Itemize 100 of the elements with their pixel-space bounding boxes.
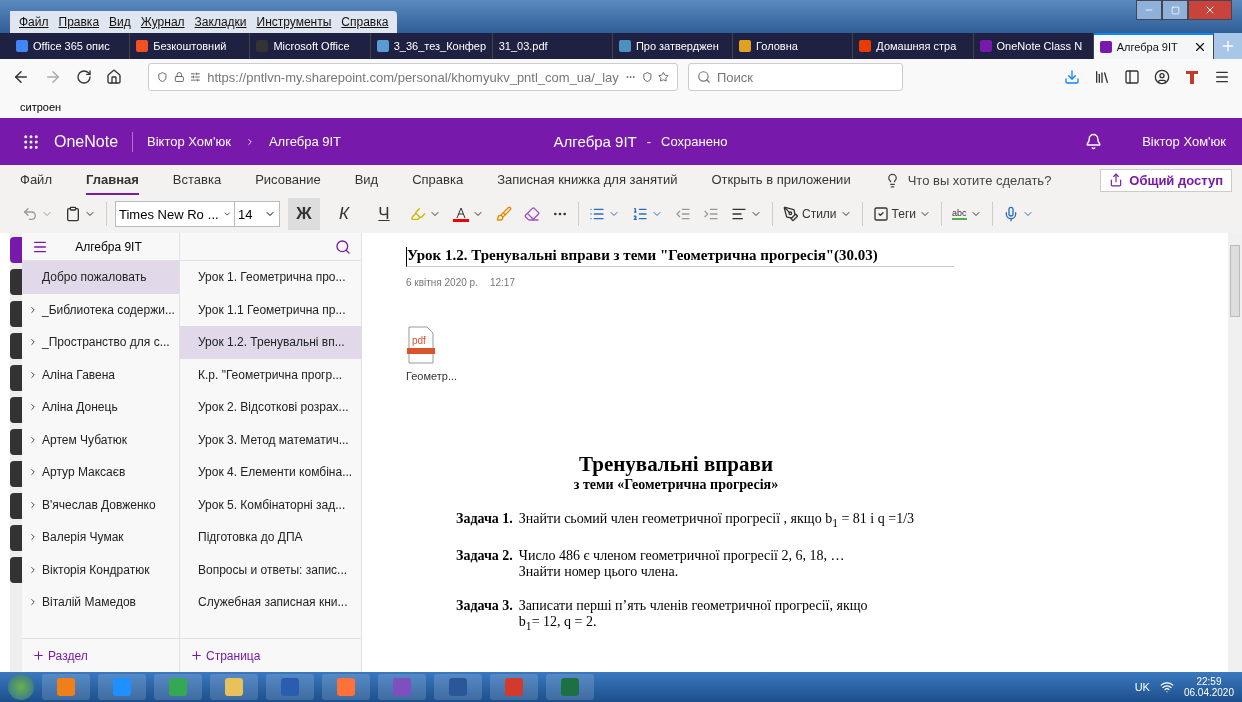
- breadcrumb-link[interactable]: Віктор Хом'юк: [147, 134, 231, 149]
- ribbon-tab[interactable]: Справка: [412, 165, 464, 195]
- chevron-right-icon[interactable]: [28, 597, 38, 608]
- section-item[interactable]: В'ячеслав Довженко: [22, 488, 179, 521]
- menu-item[interactable]: Вид: [104, 15, 136, 29]
- menu-item[interactable]: Журнал: [135, 15, 190, 29]
- page-item[interactable]: К.р. "Геометрична прогр...: [180, 358, 361, 391]
- sidebar-icon: [1124, 69, 1140, 85]
- section-item[interactable]: Аліна Гавена: [22, 358, 179, 391]
- section-item[interactable]: Валерія Чумак: [22, 521, 179, 554]
- app-icon: [561, 678, 579, 696]
- section-item[interactable]: Артур Максаєв: [22, 456, 179, 489]
- section-item[interactable]: Добро пожаловать: [22, 261, 179, 294]
- chevron-right-icon[interactable]: [28, 369, 38, 380]
- section-item[interactable]: Вікторія Кондратюк: [22, 553, 179, 586]
- plus-icon: [190, 649, 203, 662]
- page-title[interactable]: Урок 1.2. Тренувальні вправи з теми "Геометрична прогресія"(30.03): [406, 247, 954, 267]
- styles-button[interactable]: Стили: [781, 204, 854, 224]
- user-name[interactable]: Віктор Хом'юк: [1142, 134, 1226, 149]
- search-field[interactable]: Поиск: [688, 63, 903, 91]
- ribbon-tab[interactable]: Вставка: [172, 165, 222, 195]
- page-item[interactable]: Урок 4. Елементи комбіна...: [180, 456, 361, 489]
- clear-format-button[interactable]: [522, 204, 542, 224]
- breadcrumb-link[interactable]: Алгебра 9IT: [268, 134, 342, 149]
- menu-item[interactable]: Закладки: [189, 15, 252, 29]
- bold-button[interactable]: Ж: [288, 198, 320, 230]
- minimize-button[interactable]: [1136, 0, 1162, 20]
- page-item[interactable]: Підготовка до ДПА: [180, 521, 361, 554]
- tell-me-field[interactable]: Что вы хотите сделать?: [884, 172, 1052, 188]
- section-tab-marker: [10, 493, 22, 519]
- menu-item[interactable]: Файл: [14, 15, 54, 29]
- section-item[interactable]: Віталій Мамедов: [22, 586, 179, 619]
- ribbon-tab[interactable]: Главная: [85, 165, 139, 195]
- signal-icon[interactable]: [1159, 680, 1174, 694]
- ribbon-tab[interactable]: Вид: [354, 165, 379, 195]
- page-item[interactable]: Урок 1. Геометрична про...: [180, 261, 361, 294]
- spelling-button[interactable]: abc: [950, 206, 984, 222]
- section-item[interactable]: Аліна Донець: [22, 391, 179, 424]
- pdf-file-icon[interactable]: pdf: [406, 326, 436, 364]
- page-item[interactable]: Урок 1.2. Тренувальні вп...: [180, 326, 361, 359]
- align-left-icon: [731, 206, 747, 222]
- ribbon-tab[interactable]: Рисование: [255, 165, 321, 195]
- share-button[interactable]: Общий доступ: [1100, 168, 1232, 192]
- chevron-right-icon[interactable]: [28, 532, 38, 543]
- task-text: Знайти номер цього члена.: [518, 563, 680, 580]
- attachment-name[interactable]: Геометр...: [406, 370, 476, 382]
- scrollbar[interactable]: [1228, 233, 1242, 672]
- chevron-right-icon[interactable]: [28, 499, 38, 510]
- app-icon: [449, 678, 467, 696]
- tags-button[interactable]: Теги: [870, 204, 933, 224]
- chevron-right-icon[interactable]: [28, 434, 38, 445]
- app-launcher-icon[interactable]: [22, 132, 40, 151]
- section-item[interactable]: Артем Чубатюк: [22, 423, 179, 456]
- account-button[interactable]: [1152, 67, 1172, 87]
- section-item[interactable]: _Библиотека содержи...: [22, 293, 179, 326]
- font-field[interactable]: Times New Ro ...: [115, 201, 235, 227]
- chevron-right-icon[interactable]: [28, 402, 38, 413]
- bell-icon[interactable]: [1085, 133, 1103, 150]
- new-tab-button[interactable]: [1213, 33, 1242, 59]
- maximize-button[interactable]: [1162, 0, 1188, 20]
- bullet-list-icon: [589, 206, 605, 222]
- page-item[interactable]: Урок 5. Комбінаторні зад...: [180, 488, 361, 521]
- page-item[interactable]: Служебная записная кни...: [180, 586, 361, 619]
- page-item[interactable]: Урок 3. Метод математич...: [180, 423, 361, 456]
- ribbon-tab[interactable]: Файл: [20, 165, 52, 195]
- menu-item[interactable]: Правка: [53, 15, 105, 29]
- page-item[interactable]: Урок 1.1 Геометрична пр...: [180, 293, 361, 326]
- download-button[interactable]: [1062, 67, 1082, 87]
- start-button[interactable]: [8, 674, 34, 700]
- reload-button[interactable]: [74, 67, 94, 87]
- chevron-right-icon[interactable]: [28, 304, 38, 315]
- app-icon: [169, 678, 187, 696]
- home-button[interactable]: [104, 67, 124, 87]
- browser-tab[interactable]: Алгебра 9IT: [1093, 33, 1214, 59]
- menu-item[interactable]: Справка: [336, 15, 394, 29]
- menu-item[interactable]: Инструменты: [251, 15, 337, 29]
- font-size-field[interactable]: 14: [234, 201, 280, 227]
- maximize-icon: [1170, 5, 1180, 15]
- chevron-right-icon[interactable]: [28, 564, 38, 575]
- task-text: b$_{1}$= 12, q = 2.: [518, 613, 598, 633]
- section-item[interactable]: _Пространство для с...: [22, 326, 179, 359]
- chevron-right-icon[interactable]: [28, 337, 38, 348]
- clipboard-icon: [65, 206, 81, 222]
- search-icon[interactable]: [335, 238, 351, 255]
- chevron-right-icon[interactable]: [28, 467, 38, 478]
- sidebar-button[interactable]: [1122, 67, 1142, 87]
- page-item[interactable]: Урок 2. Відсоткові розрах...: [180, 391, 361, 424]
- ribbon-tab[interactable]: Записная книжка для занятий: [497, 165, 678, 195]
- underline-button[interactable]: Ч: [368, 198, 400, 230]
- taskbar-app-button[interactable]: [210, 674, 258, 700]
- page-item[interactable]: Вопросы и ответы: запис...: [180, 553, 361, 586]
- letter-t-icon: [1184, 69, 1200, 85]
- language-indicator[interactable]: UK: [1134, 681, 1150, 693]
- clock[interactable]: 22:59 06.04.2020: [1183, 676, 1234, 698]
- format-painter-button[interactable]: [494, 204, 514, 224]
- italic-button[interactable]: К: [328, 198, 360, 230]
- ribbon-tab[interactable]: Открыть в приложении: [711, 165, 851, 195]
- address-field[interactable]: https://pntlvn-my.sharepoint.com/personal/khomyukv_pntl_com_ua/_lay: [148, 63, 678, 91]
- app-name[interactable]: OneNote: [54, 132, 119, 151]
- bookmark-link[interactable]: ситроен: [20, 100, 62, 113]
